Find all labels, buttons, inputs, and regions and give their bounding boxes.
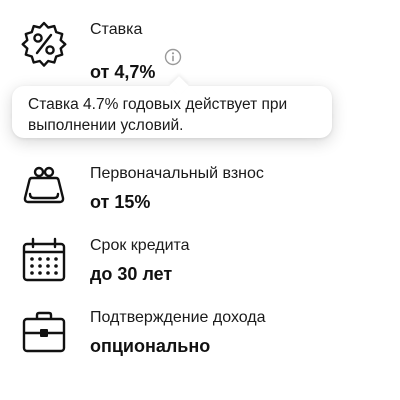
tooltip-arrow xyxy=(169,76,189,96)
rate-label: Ставка xyxy=(90,21,143,38)
income-value: опционально xyxy=(90,336,211,356)
calendar-icon xyxy=(20,236,68,284)
rate-row: Ставка от 4,7% xyxy=(0,16,400,82)
info-icon[interactable] xyxy=(164,48,182,66)
term-row: Срок кредита до 30 лет xyxy=(0,232,400,292)
income-label: Подтверждение дохода xyxy=(90,309,266,326)
down-payment-label: Первоначальный взнос xyxy=(90,165,264,182)
percent-badge-icon xyxy=(20,20,68,68)
term-value: до 30 лет xyxy=(90,264,173,284)
wallet-purse-icon xyxy=(20,164,68,212)
term-label: Срок кредита xyxy=(90,237,190,254)
down-payment-row: Первоначальный взнос от 15% xyxy=(0,160,400,220)
mortgage-conditions-panel: Ставка от 4,7% Ставка 4.7% годовых дейст… xyxy=(0,0,400,400)
rate-tooltip: Ставка 4.7% годовых действует при выполн… xyxy=(12,76,332,138)
down-payment-value: от 15% xyxy=(90,192,151,212)
rate-value: от 4,7% xyxy=(90,62,156,82)
tooltip-text: Ставка 4.7% годовых действует при выполн… xyxy=(28,96,288,134)
income-row: Подтверждение дохода опционально xyxy=(0,304,400,364)
briefcase-icon xyxy=(20,308,68,356)
